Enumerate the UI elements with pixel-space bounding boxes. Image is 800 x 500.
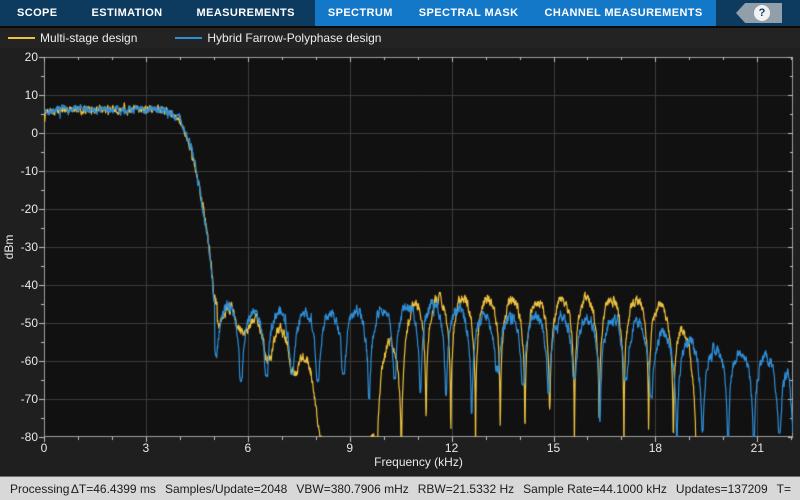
- y-tick-label: -60: [20, 354, 38, 368]
- x-tick-label: 6: [244, 441, 252, 455]
- y-tick-label: -10: [20, 164, 38, 178]
- status-bar: Processing ΔT=46.4399 ms Samples/Update=…: [0, 476, 800, 500]
- x-tick-label: 3: [142, 441, 150, 455]
- x-tick-label: 21: [750, 441, 764, 455]
- x-tick-label: 15: [546, 441, 561, 455]
- x-tick-label: 0: [40, 441, 48, 455]
- status-updates: Updates=137209: [675, 481, 768, 496]
- y-tick-label: 10: [24, 88, 38, 102]
- status-vbw: VBW=380.7906 mHz: [296, 481, 409, 496]
- status-delta-t: ΔT=46.4399 ms: [70, 481, 156, 496]
- spectrum-analyzer-window: SCOPE ESTIMATION MEASUREMENTS SPECTRUM S…: [0, 0, 800, 500]
- tab-estimation[interactable]: ESTIMATION: [75, 0, 180, 26]
- legend-bar: Multi-stage design Hybrid Farrow-Polypha…: [0, 26, 800, 48]
- legend-label: Hybrid Farrow-Polyphase design: [207, 31, 382, 45]
- x-axis-label: Frequency (kHz): [374, 455, 463, 469]
- help-button[interactable]: ?: [736, 3, 782, 23]
- hybrid-farrow-line-swatch: [175, 37, 203, 39]
- status-rbw: RBW=21.5332 Hz: [417, 481, 515, 496]
- legend-label: Multi-stage design: [40, 31, 138, 45]
- legend-item-multi-stage[interactable]: Multi-stage design: [8, 31, 137, 45]
- status-sample-rate: Sample Rate=44.1000 kHz: [523, 481, 667, 496]
- x-tick-label: 9: [346, 441, 354, 455]
- tab-spectral-mask[interactable]: SPECTRAL MASK: [406, 0, 532, 26]
- legend-item-hybrid-farrow[interactable]: Hybrid Farrow-Polyphase design: [175, 31, 381, 45]
- y-axis-label: dBm: [2, 234, 16, 260]
- x-tick-label: 12: [444, 441, 459, 455]
- tab-measurements[interactable]: MEASUREMENTS: [180, 0, 312, 26]
- status-time: T=: [776, 481, 791, 496]
- tab-scope[interactable]: SCOPE: [0, 0, 75, 26]
- tab-channel-measurements[interactable]: CHANNEL MEASUREMENTS: [532, 0, 716, 26]
- status-samples-per-update: Samples/Update=2048: [164, 481, 288, 496]
- x-tick-label: 18: [648, 441, 663, 455]
- tab-spectrum[interactable]: SPECTRUM: [315, 0, 406, 26]
- spectrum-canvas[interactable]: [0, 48, 800, 476]
- status-state: Processing: [10, 481, 70, 496]
- contextual-tab-group: SPECTRUM SPECTRAL MASK CHANNEL MEASUREME…: [314, 0, 716, 26]
- y-tick-label: 20: [24, 50, 38, 64]
- help-question-icon: ?: [754, 5, 770, 21]
- y-tick-label: -50: [20, 316, 38, 330]
- plot-region: 20 10 0 -10 -20 -30 -40 -50 -60 -70 -80 0 3 6 9 12 15 18…: [0, 48, 800, 476]
- y-tick-label: 0: [31, 126, 38, 140]
- toolstrip-tabbar: SCOPE ESTIMATION MEASUREMENTS SPECTRUM S…: [0, 0, 800, 26]
- multi-stage-line-swatch: [8, 37, 35, 39]
- y-tick-label: -70: [20, 392, 38, 406]
